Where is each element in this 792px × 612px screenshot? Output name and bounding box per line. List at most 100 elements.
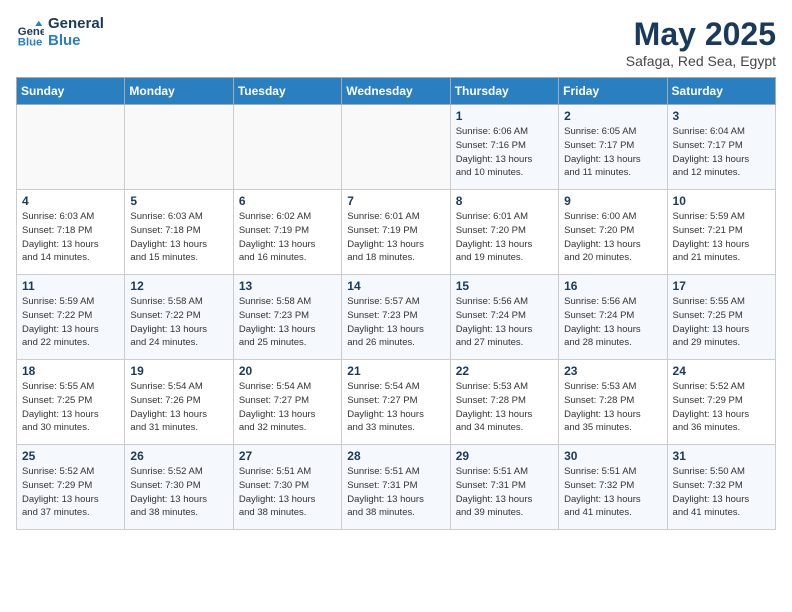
day-number: 15 xyxy=(456,279,553,293)
day-number: 3 xyxy=(673,109,770,123)
day-info: Sunrise: 6:02 AM Sunset: 7:19 PM Dayligh… xyxy=(239,210,336,265)
day-info: Sunrise: 5:59 AM Sunset: 7:21 PM Dayligh… xyxy=(673,210,770,265)
day-info: Sunrise: 6:03 AM Sunset: 7:18 PM Dayligh… xyxy=(130,210,227,265)
page-header: General Blue General Blue May 2025 Safag… xyxy=(16,16,776,69)
day-number: 1 xyxy=(456,109,553,123)
calendar-cell: 3 Sunrise: 6:04 AM Sunset: 7:17 PM Daylig… xyxy=(667,105,775,190)
day-number: 31 xyxy=(673,449,770,463)
calendar-cell: 8Sunrise: 6:01 AM Sunset: 7:20 PM Daylig… xyxy=(450,190,558,275)
day-info: Sunrise: 6:05 AM Sunset: 7:17 PM Dayligh… xyxy=(564,125,661,180)
weekday-header-monday: Monday xyxy=(125,78,233,105)
day-info: Sunrise: 5:55 AM Sunset: 7:25 PM Dayligh… xyxy=(22,380,119,435)
day-number: 20 xyxy=(239,364,336,378)
day-number: 27 xyxy=(239,449,336,463)
day-info: Sunrise: 5:58 AM Sunset: 7:22 PM Dayligh… xyxy=(130,295,227,350)
day-info: Sunrise: 5:51 AM Sunset: 7:30 PM Dayligh… xyxy=(239,465,336,520)
day-number: 11 xyxy=(22,279,119,293)
day-info: Sunrise: 5:53 AM Sunset: 7:28 PM Dayligh… xyxy=(456,380,553,435)
logo: General Blue General Blue xyxy=(16,16,104,49)
calendar-cell: 4 Sunrise: 6:03 AM Sunset: 7:18 PM Daylig… xyxy=(17,190,125,275)
day-number: 14 xyxy=(347,279,444,293)
calendar-cell: 12Sunrise: 5:58 AM Sunset: 7:22 PM Dayli… xyxy=(125,275,233,360)
month-title: May 2025 xyxy=(626,16,776,53)
day-info: Sunrise: 5:59 AM Sunset: 7:22 PM Dayligh… xyxy=(22,295,119,350)
day-info: Sunrise: 5:52 AM Sunset: 7:29 PM Dayligh… xyxy=(22,465,119,520)
calendar-cell: 22Sunrise: 5:53 AM Sunset: 7:28 PM Dayli… xyxy=(450,360,558,445)
day-info: Sunrise: 6:00 AM Sunset: 7:20 PM Dayligh… xyxy=(564,210,661,265)
calendar-cell xyxy=(125,105,233,190)
calendar-cell: 15 Sunrise: 5:56 AM Sunset: 7:24 PM Dayli… xyxy=(450,275,558,360)
calendar-week-row: 11 Sunrise: 5:59 AM Sunset: 7:22 PM Dayli… xyxy=(17,275,776,360)
day-info: Sunrise: 5:56 AM Sunset: 7:24 PM Dayligh… xyxy=(564,295,661,350)
day-number: 29 xyxy=(456,449,553,463)
day-number: 30 xyxy=(564,449,661,463)
day-info: Sunrise: 5:54 AM Sunset: 7:27 PM Dayligh… xyxy=(347,380,444,435)
weekday-header-tuesday: Tuesday xyxy=(233,78,341,105)
day-number: 25 xyxy=(22,449,119,463)
calendar-cell: 24 Sunrise: 5:52 AM Sunset: 7:29 PM Dayli… xyxy=(667,360,775,445)
calendar-cell: 10 Sunrise: 5:59 AM Sunset: 7:21 PM Dayli… xyxy=(667,190,775,275)
calendar-cell: 7Sunrise: 6:01 AM Sunset: 7:19 PM Daylig… xyxy=(342,190,450,275)
calendar-cell: 21 Sunrise: 5:54 AM Sunset: 7:27 PM Dayli… xyxy=(342,360,450,445)
calendar-cell: 18 Sunrise: 5:55 AM Sunset: 7:25 PM Dayli… xyxy=(17,360,125,445)
day-number: 18 xyxy=(22,364,119,378)
calendar-cell xyxy=(233,105,341,190)
day-number: 28 xyxy=(347,449,444,463)
day-info: Sunrise: 5:54 AM Sunset: 7:26 PM Dayligh… xyxy=(130,380,227,435)
day-info: Sunrise: 5:50 AM Sunset: 7:32 PM Dayligh… xyxy=(673,465,770,520)
calendar-cell: 16 Sunrise: 5:56 AM Sunset: 7:24 PM Dayli… xyxy=(559,275,667,360)
day-number: 7 xyxy=(347,194,444,208)
day-info: Sunrise: 5:55 AM Sunset: 7:25 PM Dayligh… xyxy=(673,295,770,350)
day-number: 6 xyxy=(239,194,336,208)
day-number: 21 xyxy=(347,364,444,378)
calendar-cell: 26Sunrise: 5:52 AM Sunset: 7:30 PM Dayli… xyxy=(125,445,233,530)
calendar-cell: 30 Sunrise: 5:51 AM Sunset: 7:32 PM Dayli… xyxy=(559,445,667,530)
logo-text-general: General xyxy=(48,16,104,33)
location-subtitle: Safaga, Red Sea, Egypt xyxy=(626,53,776,69)
svg-text:Blue: Blue xyxy=(18,36,43,47)
day-info: Sunrise: 6:01 AM Sunset: 7:20 PM Dayligh… xyxy=(456,210,553,265)
calendar-cell xyxy=(342,105,450,190)
logo-text-blue: Blue xyxy=(48,33,104,50)
day-info: Sunrise: 5:53 AM Sunset: 7:28 PM Dayligh… xyxy=(564,380,661,435)
day-info: Sunrise: 6:04 AM Sunset: 7:17 PM Dayligh… xyxy=(673,125,770,180)
weekday-header-sunday: Sunday xyxy=(17,78,125,105)
day-number: 23 xyxy=(564,364,661,378)
day-number: 10 xyxy=(673,194,770,208)
calendar-cell: 27 Sunrise: 5:51 AM Sunset: 7:30 PM Dayli… xyxy=(233,445,341,530)
calendar-cell: 19 Sunrise: 5:54 AM Sunset: 7:26 PM Dayli… xyxy=(125,360,233,445)
weekday-header-thursday: Thursday xyxy=(450,78,558,105)
calendar-cell xyxy=(17,105,125,190)
calendar-cell: 11 Sunrise: 5:59 AM Sunset: 7:22 PM Dayli… xyxy=(17,275,125,360)
calendar-week-row: 25 Sunrise: 5:52 AM Sunset: 7:29 PM Dayli… xyxy=(17,445,776,530)
day-info: Sunrise: 5:51 AM Sunset: 7:31 PM Dayligh… xyxy=(456,465,553,520)
calendar-cell: 13Sunrise: 5:58 AM Sunset: 7:23 PM Dayli… xyxy=(233,275,341,360)
weekday-header-friday: Friday xyxy=(559,78,667,105)
day-info: Sunrise: 6:03 AM Sunset: 7:18 PM Dayligh… xyxy=(22,210,119,265)
day-number: 2 xyxy=(564,109,661,123)
calendar-week-row: 1 Sunrise: 6:06 AM Sunset: 7:16 PM Daylig… xyxy=(17,105,776,190)
day-number: 16 xyxy=(564,279,661,293)
calendar-cell: 31 Sunrise: 5:50 AM Sunset: 7:32 PM Dayli… xyxy=(667,445,775,530)
day-info: Sunrise: 5:52 AM Sunset: 7:29 PM Dayligh… xyxy=(673,380,770,435)
calendar-cell: 20Sunrise: 5:54 AM Sunset: 7:27 PM Dayli… xyxy=(233,360,341,445)
calendar-week-row: 4 Sunrise: 6:03 AM Sunset: 7:18 PM Daylig… xyxy=(17,190,776,275)
calendar-cell: 29 Sunrise: 5:51 AM Sunset: 7:31 PM Dayli… xyxy=(450,445,558,530)
day-info: Sunrise: 5:51 AM Sunset: 7:32 PM Dayligh… xyxy=(564,465,661,520)
day-number: 4 xyxy=(22,194,119,208)
day-number: 5 xyxy=(130,194,227,208)
calendar-cell: 28 Sunrise: 5:51 AM Sunset: 7:31 PM Dayli… xyxy=(342,445,450,530)
day-number: 19 xyxy=(130,364,227,378)
calendar-cell: 6 Sunrise: 6:02 AM Sunset: 7:19 PM Daylig… xyxy=(233,190,341,275)
day-number: 13 xyxy=(239,279,336,293)
day-number: 24 xyxy=(673,364,770,378)
calendar-cell: 23 Sunrise: 5:53 AM Sunset: 7:28 PM Dayli… xyxy=(559,360,667,445)
calendar-body: 1 Sunrise: 6:06 AM Sunset: 7:16 PM Daylig… xyxy=(17,105,776,530)
day-info: Sunrise: 6:06 AM Sunset: 7:16 PM Dayligh… xyxy=(456,125,553,180)
day-info: Sunrise: 5:56 AM Sunset: 7:24 PM Dayligh… xyxy=(456,295,553,350)
day-number: 9 xyxy=(564,194,661,208)
day-info: Sunrise: 5:51 AM Sunset: 7:31 PM Dayligh… xyxy=(347,465,444,520)
day-number: 26 xyxy=(130,449,227,463)
calendar-table: SundayMondayTuesdayWednesdayThursdayFrid… xyxy=(16,77,776,530)
calendar-header-row: SundayMondayTuesdayWednesdayThursdayFrid… xyxy=(17,78,776,105)
